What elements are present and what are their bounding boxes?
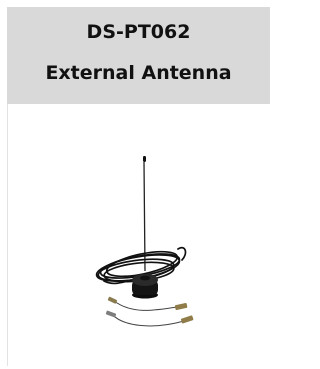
pigtail-cables <box>111 300 185 327</box>
product-header: DS-PT062 External Antenna <box>7 7 270 104</box>
external-antenna-image <box>95 156 194 327</box>
antenna-tip <box>143 156 146 162</box>
product-model: DS-PT062 <box>86 21 191 43</box>
left-border <box>7 104 8 366</box>
magnetic-base <box>132 274 158 299</box>
product-name: External Antenna <box>45 62 232 84</box>
product-card: DS-PT062 External Antenna <box>0 0 274 369</box>
